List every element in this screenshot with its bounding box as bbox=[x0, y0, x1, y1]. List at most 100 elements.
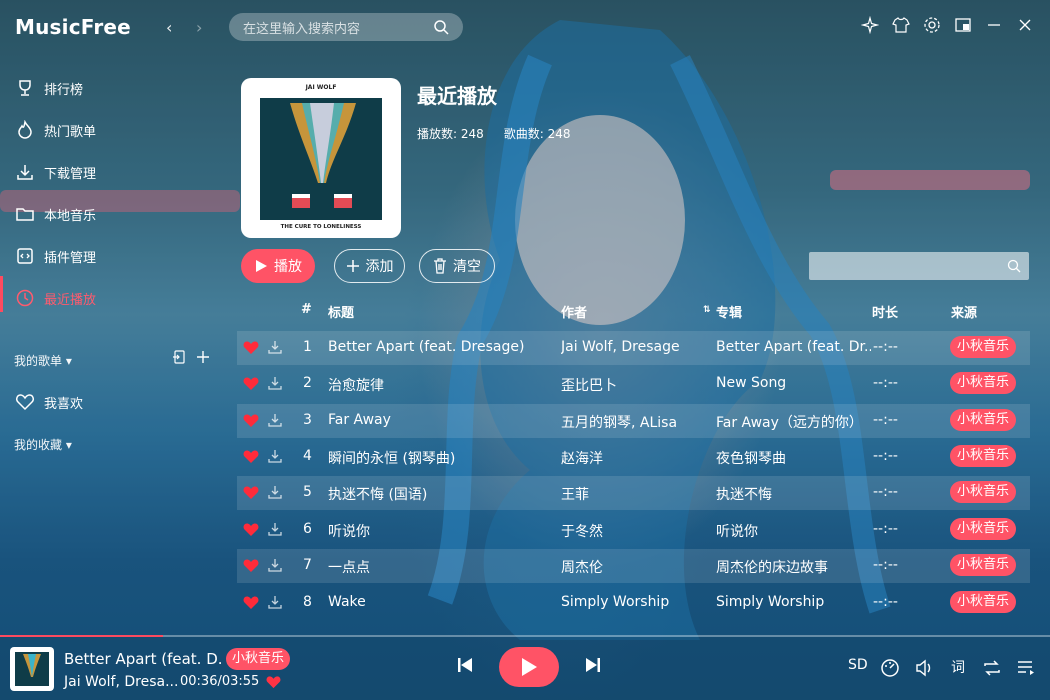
sidebar-item-label: 热门歌单 bbox=[44, 124, 97, 140]
quality-button[interactable]: SD bbox=[848, 657, 868, 673]
table-row[interactable]: 7 一点点 周杰伦 周杰伦的床边故事 --:-- 小秋音乐 bbox=[237, 549, 1030, 583]
page-title: 最近播放 bbox=[417, 84, 497, 108]
sidebar-item-local-music[interactable]: 本地音乐 bbox=[0, 198, 96, 230]
heart-icon[interactable] bbox=[243, 485, 259, 500]
download-icon bbox=[15, 162, 35, 182]
play-icon bbox=[256, 260, 267, 272]
filter-input[interactable] bbox=[809, 252, 1029, 280]
search-icon[interactable] bbox=[433, 19, 449, 35]
table-row[interactable]: 3 Far Away 五月的钢琴, ALisa Far Away（远方的你） --:--… bbox=[237, 404, 1030, 438]
col-artist[interactable]: 作者 bbox=[561, 302, 587, 321]
my-collection-header[interactable]: 我的收藏 ▾ bbox=[14, 436, 72, 453]
now-playing-cover[interactable] bbox=[10, 647, 54, 691]
sidebar-item-downloads[interactable]: 下载管理 bbox=[0, 156, 96, 188]
table-row[interactable]: 4 瞬间的永恒 (钢琴曲) 赵海洋 夜色钢琴曲 --:-- 小秋音乐 bbox=[237, 440, 1030, 474]
playlist-stats: 播放数: 248 歌曲数: 248 bbox=[417, 125, 571, 142]
add-label: 添加 bbox=[365, 259, 394, 275]
repeat-icon[interactable] bbox=[982, 658, 1002, 678]
table-row[interactable]: 1 Better Apart (feat. Dresage) Jai Wolf, D… bbox=[237, 331, 1030, 365]
col-index: # bbox=[301, 302, 312, 317]
now-playing-source-badge: 小秋音乐 bbox=[226, 648, 291, 670]
lyric-button[interactable]: 词 bbox=[951, 657, 965, 677]
heart-icon[interactable] bbox=[243, 413, 259, 428]
table-row[interactable]: 5 执迷不悔 (国语) 王菲 执迷不悔 --:-- 小秋音乐 bbox=[237, 476, 1030, 510]
search-placeholder: 在这里输入搜索内容 bbox=[243, 21, 361, 37]
sort-icon[interactable]: ⇅ bbox=[703, 305, 711, 315]
clear-label: 清空 bbox=[453, 259, 481, 275]
row-artist: 赵海洋 bbox=[561, 451, 603, 467]
row-duration: --:-- bbox=[873, 484, 898, 500]
download-icon[interactable] bbox=[267, 412, 283, 428]
download-icon[interactable] bbox=[267, 594, 283, 610]
table-row[interactable]: 8 Wake Simply Worship Simply Worship --:-- 小秋… bbox=[237, 586, 1030, 620]
download-icon[interactable] bbox=[267, 375, 283, 391]
source-badge: 小秋音乐 bbox=[950, 518, 1017, 540]
sidebar-item-favorites[interactable]: 我喜欢 bbox=[0, 386, 83, 418]
table-row[interactable]: 2 治愈旋律 歪比巴卜 New Song --:-- 小秋音乐 bbox=[237, 367, 1030, 401]
song-count: 歌曲数: 248 bbox=[503, 127, 571, 141]
download-icon[interactable] bbox=[267, 339, 283, 355]
import-playlist-icon[interactable] bbox=[172, 350, 186, 368]
table-row[interactable]: 6 听说你 于冬然 听说你 --:-- 小秋音乐 bbox=[237, 513, 1030, 547]
sidebar-item-hot-playlists[interactable]: 热门歌单 bbox=[0, 114, 96, 146]
heart-icon[interactable] bbox=[243, 522, 259, 537]
previous-icon[interactable] bbox=[455, 655, 475, 675]
col-album[interactable]: 专辑 bbox=[716, 302, 742, 321]
heart-icon[interactable] bbox=[243, 376, 259, 391]
volume-icon[interactable] bbox=[914, 658, 934, 678]
sidebar-item-label: 插件管理 bbox=[44, 250, 97, 266]
gear-icon[interactable] bbox=[923, 16, 941, 34]
heart-icon[interactable] bbox=[243, 558, 259, 573]
col-title[interactable]: 标题 bbox=[328, 302, 354, 321]
heart-icon[interactable] bbox=[243, 340, 259, 355]
row-album: Simply Worship bbox=[716, 594, 825, 610]
download-icon[interactable] bbox=[267, 484, 283, 500]
heart-icon[interactable] bbox=[243, 595, 259, 610]
heart-icon[interactable] bbox=[266, 675, 281, 689]
my-playlists-header[interactable]: 我的歌单 ▾ bbox=[14, 352, 72, 369]
row-artist: Jai Wolf, Dresage bbox=[561, 339, 680, 355]
speed-icon[interactable] bbox=[880, 658, 900, 678]
row-duration: --:-- bbox=[873, 594, 898, 610]
download-icon[interactable] bbox=[267, 521, 283, 537]
sidebar-item-label: 下载管理 bbox=[44, 166, 97, 182]
heart-outline-icon bbox=[15, 392, 35, 412]
play-pause-button[interactable] bbox=[499, 647, 559, 687]
add-playlist-icon[interactable] bbox=[196, 350, 210, 368]
clear-button[interactable]: 清空 bbox=[419, 249, 495, 283]
heart-icon[interactable] bbox=[243, 449, 259, 464]
forward-arrow-icon[interactable]: › bbox=[196, 18, 202, 37]
row-duration: --:-- bbox=[873, 412, 898, 428]
row-album: 听说你 bbox=[716, 524, 758, 540]
row-artist: 歪比巴卜 bbox=[561, 378, 617, 394]
sidebar-item-label: 本地音乐 bbox=[44, 208, 97, 224]
add-button[interactable]: 添加 bbox=[334, 249, 405, 283]
now-playing-time: 00:36/03:55 bbox=[180, 674, 260, 689]
next-icon[interactable] bbox=[583, 655, 603, 675]
col-source[interactable]: 来源 bbox=[951, 302, 977, 321]
sidebar-item-charts[interactable]: 排行榜 bbox=[0, 72, 83, 104]
row-index: 5 bbox=[303, 484, 312, 500]
minimize-icon[interactable] bbox=[985, 16, 1003, 34]
cover-album-text: THE CURE TO LONELINESS bbox=[280, 224, 362, 230]
close-icon[interactable] bbox=[1016, 16, 1034, 34]
row-title: 听说你 bbox=[328, 524, 370, 540]
row-duration: --:-- bbox=[873, 375, 898, 391]
col-duration[interactable]: 时长 bbox=[872, 302, 898, 321]
download-icon[interactable] bbox=[267, 557, 283, 573]
search-input[interactable]: 在这里输入搜索内容 bbox=[229, 13, 463, 41]
app-logo: MusicFree bbox=[15, 15, 131, 39]
back-arrow-icon[interactable]: ‹ bbox=[166, 18, 172, 37]
sparkle-icon[interactable] bbox=[860, 15, 880, 35]
playlist-cover: JAI WOLF THE CURE TO LONELINESS bbox=[241, 78, 401, 238]
source-badge: 小秋音乐 bbox=[950, 554, 1017, 576]
row-album: New Song bbox=[716, 375, 787, 391]
row-album: 执迷不悔 bbox=[716, 487, 772, 503]
sidebar-item-plugins[interactable]: 插件管理 bbox=[0, 240, 96, 272]
shirt-icon[interactable] bbox=[892, 16, 910, 34]
playlist-icon[interactable] bbox=[1016, 658, 1036, 678]
play-all-button[interactable]: 播放 bbox=[241, 249, 315, 283]
download-icon[interactable] bbox=[267, 448, 283, 464]
minimode-icon[interactable] bbox=[954, 16, 972, 34]
table-row-partial[interactable] bbox=[237, 627, 1030, 635]
